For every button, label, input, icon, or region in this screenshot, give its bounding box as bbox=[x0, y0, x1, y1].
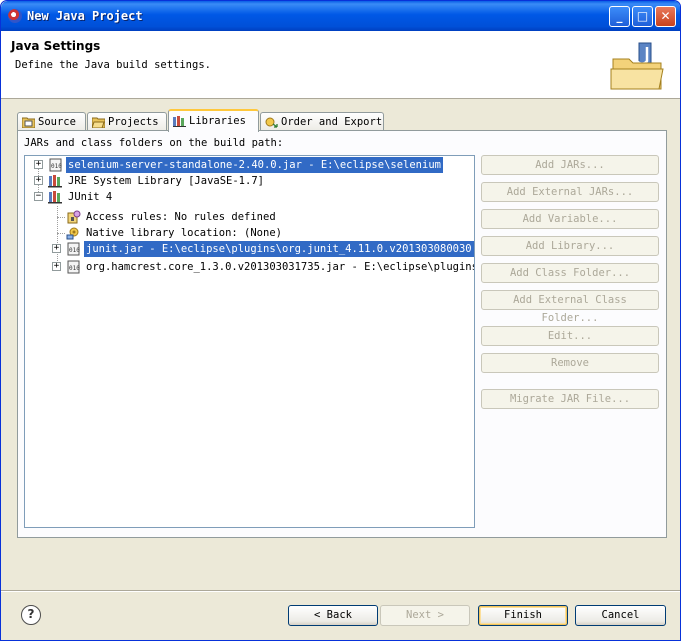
native-library-icon bbox=[66, 227, 79, 240]
tree-item-label: junit.jar - E:\eclipse\plugins\org.junit… bbox=[84, 241, 474, 257]
tab-label: Source bbox=[38, 116, 76, 128]
add-external-jars-button[interactable]: Add External JARs... bbox=[481, 182, 659, 202]
tab-label: Projects bbox=[108, 116, 159, 128]
minimize-button[interactable]: _ bbox=[609, 6, 630, 27]
svg-text:010: 010 bbox=[51, 163, 62, 170]
next-button[interactable]: Next > bbox=[380, 605, 470, 626]
build-path-label: JARs and class folders on the build path… bbox=[24, 137, 284, 149]
new-java-project-dialog: New Java Project _ □ ✕ Java Settings Def… bbox=[0, 0, 681, 641]
maximize-button[interactable]: □ bbox=[632, 6, 653, 27]
tree-item-label: selenium-server-standalone-2.40.0.jar - … bbox=[66, 157, 443, 173]
svg-text:010: 010 bbox=[69, 265, 80, 272]
edit-button[interactable]: Edit... bbox=[481, 326, 659, 346]
tab-projects[interactable]: Projects bbox=[87, 112, 167, 131]
expand-toggle[interactable]: + bbox=[34, 176, 43, 185]
help-icon[interactable]: ? bbox=[21, 605, 41, 625]
libraries-icon bbox=[173, 116, 186, 127]
tree-item-access-rules[interactable]: Access rules: No rules defined bbox=[25, 209, 465, 225]
page-description: Define the Java build settings. bbox=[15, 59, 211, 71]
title-bar[interactable]: New Java Project _ □ ✕ bbox=[1, 1, 680, 31]
add-external-class-folder-button[interactable]: Add External Class Folder... bbox=[481, 290, 659, 324]
add-jars-button[interactable]: Add JARs... bbox=[481, 155, 659, 175]
projects-folder-icon bbox=[92, 117, 105, 128]
tree-item-junit4[interactable]: − JUnit 4 bbox=[25, 189, 465, 205]
wizard-header: Java Settings Define the Java build sett… bbox=[1, 31, 680, 99]
finish-button[interactable]: Finish bbox=[478, 605, 568, 626]
tree-item-label: Access rules: No rules defined bbox=[86, 211, 276, 223]
access-rules-icon bbox=[67, 210, 81, 224]
tree-item-label: Native library location: (None) bbox=[86, 227, 282, 239]
jar-icon: 010 bbox=[67, 260, 80, 274]
tree-item-selenium-jar[interactable]: + 010 selenium-server-standalone-2.40.0.… bbox=[25, 157, 465, 173]
tree-item-label: org.hamcrest.core_1.3.0.v201303031735.ja… bbox=[86, 261, 475, 273]
close-button[interactable]: ✕ bbox=[655, 6, 676, 27]
add-variable-button[interactable]: Add Variable... bbox=[481, 209, 659, 229]
order-export-icon bbox=[265, 117, 278, 128]
cancel-button[interactable]: Cancel bbox=[575, 605, 666, 626]
libraries-panel: JARs and class folders on the build path… bbox=[17, 130, 667, 538]
tab-source[interactable]: Source bbox=[17, 112, 86, 131]
back-button[interactable]: < Back bbox=[288, 605, 378, 626]
expand-toggle[interactable]: + bbox=[52, 262, 61, 271]
tab-label: Order and Export bbox=[281, 116, 383, 128]
library-icon bbox=[48, 175, 62, 188]
tree-item-hamcrest-jar[interactable]: + 010 org.hamcrest.core_1.3.0.v201303031… bbox=[25, 259, 474, 275]
page-title: Java Settings bbox=[11, 39, 101, 53]
build-path-tree[interactable]: + 010 selenium-server-standalone-2.40.0.… bbox=[24, 155, 475, 528]
tree-item-native-library[interactable]: Native library location: (None) bbox=[25, 225, 465, 241]
new-java-project-icon bbox=[610, 42, 664, 90]
tree-item-label: JRE System Library [JavaSE-1.7] bbox=[68, 175, 264, 187]
add-class-folder-button[interactable]: Add Class Folder... bbox=[481, 263, 659, 283]
library-icon bbox=[48, 191, 62, 204]
tree-item-label: JUnit 4 bbox=[68, 191, 113, 203]
collapse-toggle[interactable]: − bbox=[34, 192, 43, 201]
tab-order-and-export[interactable]: Order and Export bbox=[260, 112, 384, 131]
svg-text:010: 010 bbox=[69, 247, 80, 254]
remove-button[interactable]: Remove bbox=[481, 353, 659, 373]
jar-icon: 010 bbox=[49, 158, 62, 172]
footer-separator bbox=[1, 590, 680, 592]
add-library-button[interactable]: Add Library... bbox=[481, 236, 659, 256]
source-folder-icon bbox=[22, 117, 35, 128]
window-title: New Java Project bbox=[27, 9, 143, 23]
migrate-jar-file-button[interactable]: Migrate JAR File... bbox=[481, 389, 659, 409]
expand-toggle[interactable]: + bbox=[52, 244, 61, 253]
tree-item-jre-library[interactable]: + JRE System Library [JavaSE-1.7] bbox=[25, 173, 465, 189]
tab-label: Libraries bbox=[189, 115, 246, 127]
tree-item-junit-jar[interactable]: + 010 junit.jar - E:\eclipse\plugins\org… bbox=[25, 241, 474, 257]
jar-icon: 010 bbox=[67, 242, 80, 256]
tab-libraries[interactable]: Libraries bbox=[168, 109, 259, 132]
eclipse-icon bbox=[8, 9, 22, 23]
expand-toggle[interactable]: + bbox=[34, 160, 43, 169]
